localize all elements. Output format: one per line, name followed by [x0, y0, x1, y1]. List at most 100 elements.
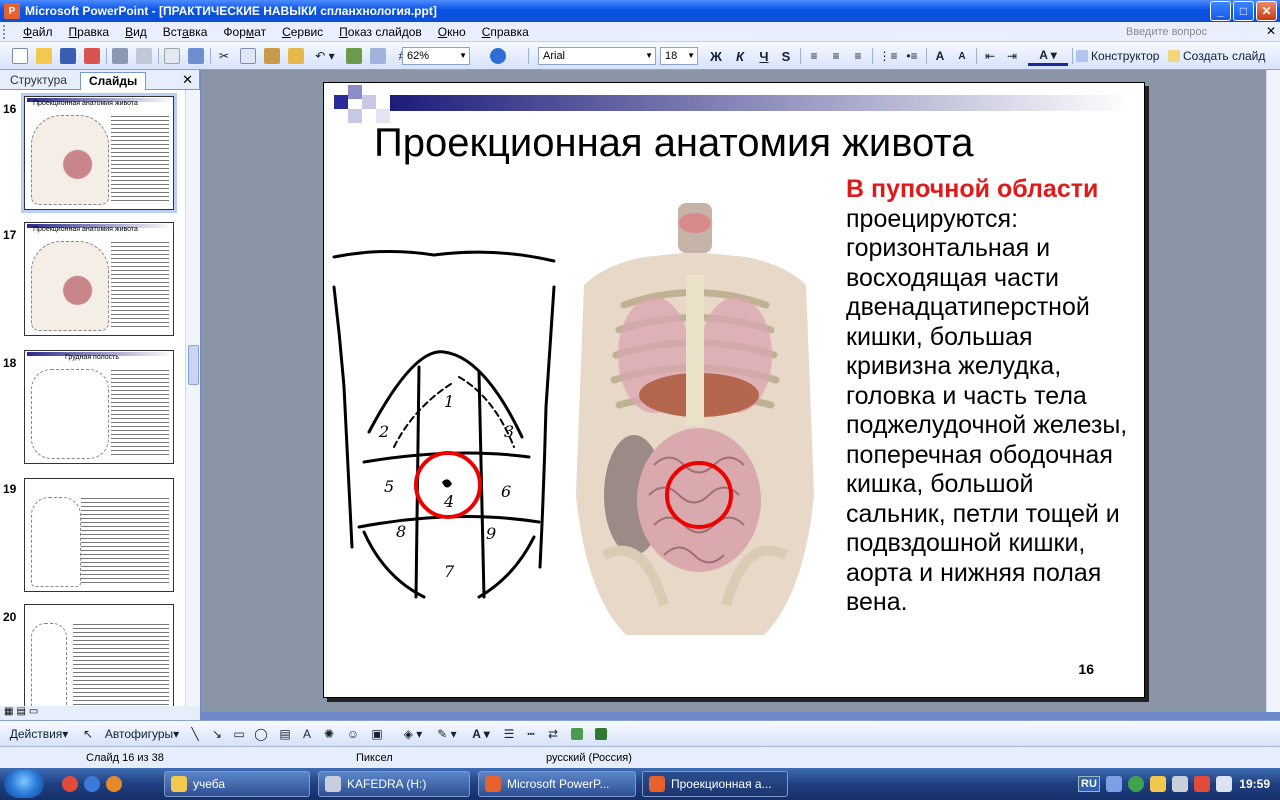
new-slide-button[interactable]: Создать слайд [1168, 46, 1266, 66]
slide-thumbnail-16[interactable]: Проекционная анатомия живота [21, 93, 177, 213]
picture-icon[interactable]: ▣ [368, 724, 386, 744]
powerpoint-app-icon[interactable]: P [4, 3, 20, 19]
actions-menu[interactable]: Действия ▾ [6, 724, 72, 744]
select-pointer-icon[interactable]: ↖ [78, 724, 98, 744]
3d-style-icon[interactable] [592, 724, 610, 744]
align-center-icon[interactable]: ≡ [826, 46, 846, 66]
menu-window[interactable]: Окно [430, 22, 474, 42]
bullets-icon[interactable]: •≡ [902, 46, 922, 66]
format-painter-icon[interactable] [286, 46, 306, 66]
menu-grip[interactable] [3, 24, 11, 39]
undo-icon[interactable]: ↶ ▾ [310, 46, 340, 66]
maximize-button[interactable]: □ [1233, 1, 1254, 21]
font-size-select[interactable]: 18 ▼ [660, 47, 698, 65]
taskbar-item-powerpoint[interactable]: Microsoft PowerP... [478, 771, 636, 797]
decrease-indent-icon[interactable]: ⇤ [980, 46, 1000, 66]
print-preview-icon[interactable] [134, 46, 154, 66]
text-color-icon[interactable]: A ▾ [466, 724, 496, 744]
slide-canvas[interactable]: Проекционная анатомия живота 1 2 3 4 5 6… [323, 82, 1145, 698]
taskbar-item-ucheba[interactable]: учеба [164, 771, 310, 797]
menu-file[interactable]: Файл [15, 22, 61, 42]
menu-view[interactable]: Вид [117, 22, 155, 42]
permission-icon[interactable] [82, 46, 102, 66]
slide-editor[interactable]: Проекционная анатомия живота 1 2 3 4 5 6… [201, 70, 1266, 712]
increase-font-icon[interactable]: A [930, 46, 950, 66]
autoshapes-menu[interactable]: Автофигуры ▾ [104, 724, 180, 744]
input-language[interactable]: RU [1078, 776, 1100, 792]
slide-thumbnail-19[interactable] [24, 478, 174, 592]
firefox-icon[interactable] [106, 776, 122, 792]
tab-outline[interactable]: Структура [2, 72, 75, 90]
align-right-icon[interactable]: ≡ [848, 46, 868, 66]
menu-tools[interactable]: Сервис [274, 22, 331, 42]
slide-thumbnail-18[interactable]: Грудная полость [24, 350, 174, 464]
clipart-icon[interactable]: ☺ [344, 724, 362, 744]
italic-button[interactable]: К [730, 46, 750, 66]
taskbar-item-presentation[interactable]: Проекционная а... [642, 771, 788, 797]
print-icon[interactable] [110, 46, 130, 66]
numbering-icon[interactable]: ⋮≡ [878, 46, 898, 66]
research-icon[interactable] [186, 46, 206, 66]
antivirus-icon[interactable] [1127, 776, 1144, 792]
rectangle-icon[interactable]: ▭ [230, 724, 248, 744]
dash-style-icon[interactable]: ┅ [522, 724, 540, 744]
increase-indent-icon[interactable]: ⇥ [1002, 46, 1022, 66]
arrow-icon[interactable]: ↘ [208, 724, 226, 744]
slide-title[interactable]: Проекционная анатомия живота [374, 121, 974, 166]
menu-edit[interactable]: Правка [61, 22, 118, 42]
network-icon[interactable] [1171, 776, 1188, 792]
document-close-icon[interactable]: ✕ [1266, 24, 1276, 38]
menu-insert[interactable]: Вставка [155, 22, 216, 42]
line-color-icon[interactable]: ✎ ▾ [432, 724, 462, 744]
ie-icon[interactable] [84, 776, 100, 792]
bold-button[interactable]: Ж [706, 46, 726, 66]
normal-view-icon[interactable]: ▦ [4, 706, 13, 720]
tab-slides[interactable]: Слайды [80, 72, 147, 90]
paste-icon[interactable] [262, 46, 282, 66]
underline-button[interactable]: Ч [754, 46, 774, 66]
arrow-style-icon[interactable]: ⇄ [544, 724, 562, 744]
textbox-icon[interactable]: ▤ [276, 724, 294, 744]
table-icon[interactable] [368, 46, 388, 66]
copy-icon[interactable] [238, 46, 258, 66]
menu-format[interactable]: Формат [215, 22, 274, 42]
thumbnails-scrollbar[interactable] [185, 90, 200, 712]
panel-close-icon[interactable]: ✕ [182, 72, 193, 88]
cut-icon[interactable]: ✂ [214, 46, 234, 66]
oval-icon[interactable]: ◯ [252, 724, 270, 744]
align-left-icon[interactable]: ≡ [804, 46, 824, 66]
minimize-button[interactable]: _ [1210, 1, 1231, 21]
clock[interactable]: 19:59 [1239, 777, 1270, 791]
menu-help[interactable]: Справка [474, 22, 537, 42]
fill-color-icon[interactable]: ◈ ▾ [398, 724, 428, 744]
new-icon[interactable] [10, 46, 30, 66]
warning-icon[interactable] [1149, 776, 1166, 792]
shadow-style-icon[interactable] [568, 724, 586, 744]
designer-button[interactable]: Конструктор [1076, 46, 1164, 66]
font-color-icon[interactable]: A ▾ [1028, 46, 1068, 66]
open-icon[interactable] [34, 46, 54, 66]
slide-thumbnail-17[interactable]: Проекционная анатомия живота [24, 222, 174, 336]
spelling-icon[interactable] [162, 46, 182, 66]
sorter-view-icon[interactable]: ▤ [16, 706, 25, 720]
editor-scrollbar[interactable] [1266, 70, 1280, 712]
line-style-icon[interactable]: ☰ [500, 724, 518, 744]
slide-body-text[interactable]: В пупочной области проецируются: горизон… [846, 175, 1136, 618]
help-icon[interactable] [488, 46, 508, 66]
chrome-icon[interactable] [62, 776, 78, 792]
zoom-select[interactable]: 62% ▼ [402, 47, 470, 65]
start-button[interactable] [4, 770, 44, 798]
shadow-button[interactable]: S [776, 46, 796, 66]
taskbar-item-kafedra[interactable]: KAFEDRA (H:) [318, 771, 470, 797]
wordart-icon[interactable]: A [298, 724, 316, 744]
volume-icon[interactable] [1215, 776, 1232, 792]
flag-icon[interactable] [1193, 776, 1210, 792]
slideshow-view-icon[interactable]: ▭ [29, 706, 38, 720]
diagram-icon[interactable]: ✺ [320, 724, 338, 744]
tray-icon[interactable] [1105, 776, 1122, 792]
close-button[interactable]: ✕ [1256, 1, 1277, 21]
help-question-input[interactable]: Введите вопрос [1122, 24, 1232, 40]
decrease-font-icon[interactable]: A [952, 46, 972, 66]
slide-thumbnail-20[interactable] [24, 604, 174, 710]
menu-slideshow[interactable]: Показ слайдов [331, 22, 430, 42]
